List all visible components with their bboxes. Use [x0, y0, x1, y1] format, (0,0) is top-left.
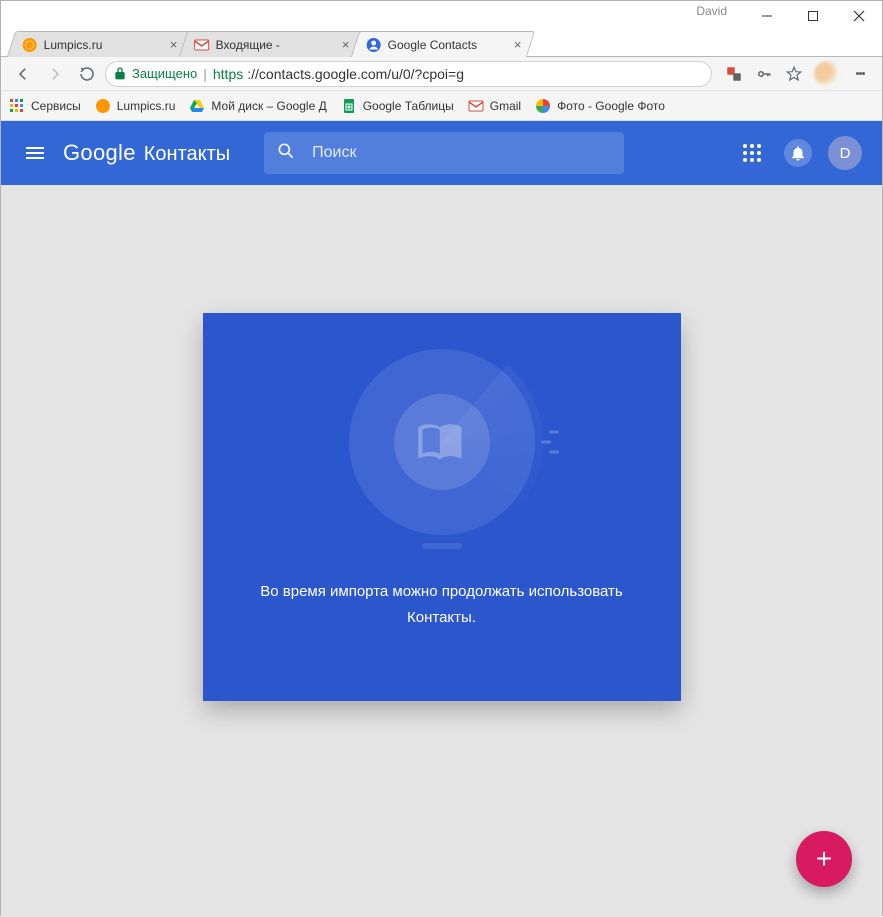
content-area: Во время импорта можно продолжать исполь…: [1, 185, 882, 917]
tab-label: Входящие -: [216, 38, 336, 52]
book-icon: [394, 394, 490, 490]
orange-icon: [22, 37, 38, 53]
orange-icon: [95, 98, 111, 114]
tab-close-icon[interactable]: ×: [342, 38, 350, 51]
browser-menu-button[interactable]: [850, 64, 870, 84]
browser-tab[interactable]: Lumpics.ru ×: [7, 31, 191, 57]
app-logo[interactable]: Google Контакты: [63, 140, 230, 166]
gmail-icon: [468, 98, 484, 114]
import-message-line1: Во время импорта можно продолжать исполь…: [260, 579, 623, 605]
nav-reload-button[interactable]: [73, 60, 101, 88]
account-initial: D: [840, 145, 851, 162]
bookmark-label: Google Таблицы: [363, 99, 454, 113]
key-icon[interactable]: [754, 64, 774, 84]
browser-tab[interactable]: Входящие - ×: [179, 31, 363, 57]
search-box[interactable]: [264, 132, 624, 174]
secure-label: Защищено: [132, 66, 197, 81]
account-avatar[interactable]: D: [828, 136, 862, 170]
profile-avatar[interactable]: [814, 61, 840, 87]
plus-icon: +: [816, 845, 832, 873]
logo-product: Контакты: [144, 143, 230, 166]
bookmark-item[interactable]: Мой диск – Google Д: [189, 98, 326, 114]
browser-toolbar: Защищено | https://contacts.google.com/u…: [1, 57, 882, 91]
drive-icon: [189, 98, 205, 114]
bookmark-label: Фото - Google Фото: [557, 99, 665, 113]
bookmark-item[interactable]: Lumpics.ru: [95, 98, 176, 114]
search-icon: [276, 141, 296, 166]
nav-back-button[interactable]: [9, 60, 37, 88]
window-user-label: David: [696, 4, 727, 18]
notifications-button[interactable]: [782, 137, 814, 169]
tab-close-icon[interactable]: ×: [170, 38, 178, 51]
import-message-line2: Контакты.: [260, 605, 623, 631]
url-rest: ://contacts.google.com/u/0/?cpoi=g: [247, 66, 464, 82]
import-progress-card: Во время импорта можно продолжать исполь…: [203, 313, 681, 701]
google-apps-button[interactable]: [736, 137, 768, 169]
search-input[interactable]: [310, 143, 612, 163]
bookmark-item[interactable]: Google Таблицы: [341, 98, 454, 114]
bookmark-item[interactable]: Фото - Google Фото: [535, 98, 665, 114]
nav-forward-button[interactable]: [41, 60, 69, 88]
add-contact-fab[interactable]: +: [796, 831, 852, 887]
bookmark-item[interactable]: Gmail: [468, 98, 521, 114]
import-progress-illustration: [349, 349, 535, 535]
bookmark-label: Мой диск – Google Д: [211, 99, 326, 113]
logo-brand: Google: [63, 140, 136, 166]
tab-close-icon[interactable]: ×: [514, 38, 522, 51]
bookmark-label: Lumpics.ru: [117, 99, 176, 113]
tab-label: Lumpics.ru: [44, 38, 164, 52]
browser-tab-active[interactable]: Google Contacts ×: [351, 31, 535, 57]
translate-icon[interactable]: [724, 64, 744, 84]
browser-tabstrip: Lumpics.ru × Входящие - × Google Contact…: [1, 27, 882, 57]
lock-icon: [112, 66, 128, 82]
hamburger-menu-button[interactable]: [21, 139, 49, 167]
star-icon[interactable]: [784, 64, 804, 84]
bookmark-label: Gmail: [490, 99, 521, 113]
apps-grid-icon: [9, 98, 25, 114]
address-bar[interactable]: Защищено | https://contacts.google.com/u…: [105, 61, 712, 87]
sheets-icon: [341, 98, 357, 114]
bookmark-label: Сервисы: [31, 99, 81, 113]
contacts-icon: [366, 37, 382, 53]
photos-icon: [535, 98, 551, 114]
tab-label: Google Contacts: [388, 38, 508, 52]
bookmark-apps[interactable]: Сервисы: [9, 98, 81, 114]
gmail-icon: [194, 37, 210, 53]
import-message: Во время импорта можно продолжать исполь…: [260, 579, 623, 630]
app-bar: Google Контакты D: [1, 121, 882, 185]
bookmarks-bar: Сервисы Lumpics.ru Мой диск – Google Д G…: [1, 91, 882, 121]
url-scheme: https: [213, 66, 243, 82]
